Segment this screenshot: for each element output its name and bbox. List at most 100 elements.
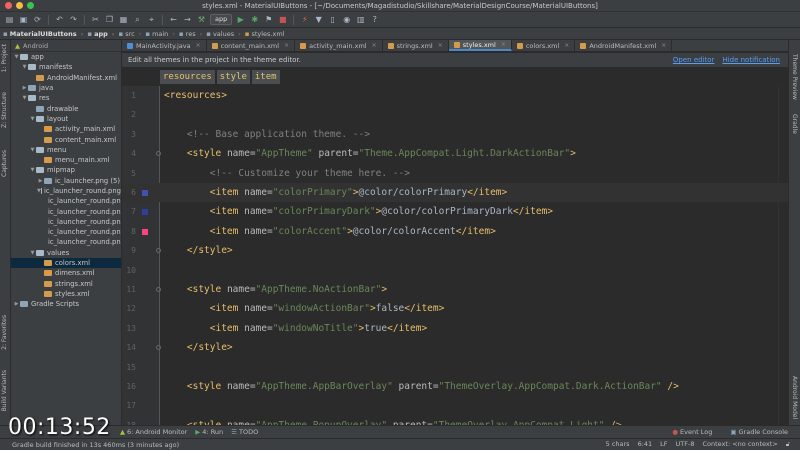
context-indicator[interactable]: Context: <no context> bbox=[703, 440, 778, 449]
back-icon[interactable]: ← bbox=[168, 14, 179, 25]
run-tool-button[interactable]: ▶ 4: Run bbox=[195, 428, 223, 436]
color-swatch-icon[interactable] bbox=[142, 228, 148, 235]
fold-marker-icon[interactable] bbox=[156, 151, 161, 157]
code-line[interactable]: 8 <item name="colorAccent">@color/colorA… bbox=[122, 222, 788, 241]
copy-icon[interactable]: ❐ bbox=[104, 14, 115, 25]
gradle-console-button[interactable]: ▣ Gradle Console bbox=[730, 428, 788, 436]
code-line[interactable]: 16 <style name="AppTheme.AppBarOverlay" … bbox=[122, 377, 788, 396]
run-configuration-select[interactable]: app bbox=[210, 14, 233, 25]
editor-tab[interactable]: strings.xml × bbox=[383, 40, 449, 51]
tree-item[interactable]: ic_launcher_round.png bbox=[11, 217, 121, 227]
expand-arrow-icon[interactable]: ▼ bbox=[29, 147, 36, 153]
code-line[interactable]: 15 bbox=[122, 358, 788, 377]
tree-item[interactable]: menu_main.xml bbox=[11, 155, 121, 165]
crumb-src[interactable]: ▪ src › bbox=[118, 30, 141, 38]
code-line[interactable]: 10 bbox=[122, 261, 788, 280]
editor-tab[interactable]: styles.xml × bbox=[448, 40, 512, 51]
tree-item[interactable]: colors.xml bbox=[11, 257, 121, 269]
code-line[interactable]: 5 <!-- Customize your theme here. --> bbox=[122, 164, 788, 183]
tag-crumb-resources[interactable]: resources bbox=[160, 70, 215, 84]
tree-item[interactable]: ▼ layout bbox=[11, 114, 121, 124]
tool-tab-structure[interactable]: Z: Structure bbox=[1, 92, 8, 128]
todo-button[interactable]: ☰ TODO bbox=[231, 428, 258, 436]
apply-changes-icon[interactable]: ⚡ bbox=[299, 14, 310, 25]
editor-tab[interactable]: activity_main.xml × bbox=[295, 40, 383, 51]
caret-position[interactable]: 6:41 bbox=[638, 440, 653, 449]
code-line[interactable]: 1 <resources> bbox=[122, 86, 788, 105]
find-icon[interactable]: ⌕ bbox=[132, 14, 143, 25]
line-separator[interactable]: LF bbox=[660, 440, 667, 449]
sdk-manager-icon[interactable]: ▼ bbox=[313, 14, 324, 25]
android-monitor-button[interactable]: ▲ 6: Android Monitor bbox=[120, 428, 187, 436]
code-line[interactable]: 18 <style name="AppTheme.PopupOverlay" p… bbox=[122, 416, 788, 425]
code-line[interactable]: 14 </style> bbox=[122, 338, 788, 357]
tag-crumb-style[interactable]: style bbox=[216, 70, 250, 84]
event-log-button[interactable]: ● Event Log bbox=[672, 428, 712, 436]
color-swatch-icon[interactable] bbox=[142, 209, 148, 216]
crumb-module[interactable]: ▪ app › bbox=[87, 30, 114, 38]
tree-item[interactable]: ▶ java bbox=[11, 83, 121, 93]
editor-tab[interactable]: AndroidManifest.xml × bbox=[575, 40, 673, 51]
tree-item[interactable]: ▼ values bbox=[11, 248, 121, 258]
tree-item[interactable]: ▼ manifests bbox=[11, 62, 121, 72]
expand-arrow-icon[interactable]: ▼ bbox=[29, 116, 36, 122]
close-tab-icon[interactable]: × bbox=[372, 42, 377, 49]
close-tab-icon[interactable]: × bbox=[196, 42, 201, 49]
expand-arrow-icon[interactable]: ▼ bbox=[21, 64, 28, 70]
avd-manager-icon[interactable]: ▯ bbox=[327, 14, 338, 25]
sync-icon[interactable]: ⟳ bbox=[32, 14, 43, 25]
project-structure-icon[interactable]: ▥ bbox=[355, 14, 366, 25]
code-line[interactable]: 13 <item name="windowNoTitle">true</item… bbox=[122, 319, 788, 338]
expand-arrow-icon[interactable]: ▼ bbox=[29, 167, 36, 173]
tree-item[interactable]: ▶ ic_launcher.png (5) bbox=[11, 176, 121, 186]
tree-item[interactable]: ▼ ic_launcher_round.png bbox=[11, 186, 121, 196]
close-tab-icon[interactable]: × bbox=[438, 42, 443, 49]
expand-arrow-icon[interactable]: ▶ bbox=[13, 301, 20, 307]
android-device-monitor-icon[interactable]: ◉ bbox=[341, 14, 352, 25]
tree-item[interactable]: ic_launcher_round.png bbox=[11, 196, 121, 206]
help-icon[interactable]: ? bbox=[369, 14, 380, 25]
close-tab-icon[interactable]: × bbox=[564, 42, 569, 49]
replace-icon[interactable]: ⌖ bbox=[146, 14, 157, 25]
hide-notification-link[interactable]: Hide notification bbox=[722, 56, 780, 64]
code-line[interactable]: 2 bbox=[122, 105, 788, 124]
run-icon[interactable]: ▶ bbox=[235, 14, 246, 25]
tree-item[interactable]: drawable bbox=[11, 103, 121, 113]
tree-item[interactable]: ▶ Gradle Scripts bbox=[11, 299, 121, 309]
fold-marker-icon[interactable] bbox=[156, 248, 161, 254]
attach-debugger-icon[interactable]: ⚑ bbox=[263, 14, 274, 25]
forward-icon[interactable]: → bbox=[182, 14, 193, 25]
lock-icon[interactable]: 🔓︎ bbox=[786, 440, 790, 449]
tree-item[interactable]: content_main.xml bbox=[11, 134, 121, 144]
tool-tab-gradle[interactable]: Gradle bbox=[791, 114, 798, 134]
tool-tab-theme-preview[interactable]: Theme Preview bbox=[791, 54, 798, 100]
close-tab-icon[interactable]: × bbox=[661, 42, 666, 49]
tree-item[interactable]: AndroidManifest.xml bbox=[11, 73, 121, 83]
tool-tab-build-variants[interactable]: Build Variants bbox=[1, 370, 8, 411]
close-tab-icon[interactable]: × bbox=[284, 42, 289, 49]
code-line[interactable]: 7 <item name="colorPrimaryDark">@color/c… bbox=[122, 202, 788, 221]
expand-arrow-icon[interactable]: ▶ bbox=[21, 85, 28, 91]
expand-arrow-icon[interactable]: ▼ bbox=[29, 250, 36, 256]
expand-arrow-icon[interactable]: ▼ bbox=[21, 95, 28, 101]
file-encoding[interactable]: UTF-8 bbox=[676, 440, 695, 449]
crumb-res[interactable]: ▪ res › bbox=[179, 30, 202, 38]
tool-tab-android-model[interactable]: Android Model bbox=[791, 376, 798, 419]
code-line[interactable]: 6 <item name="colorPrimary">@color/color… bbox=[122, 183, 788, 203]
editor-tab[interactable]: MainActivity.java × bbox=[122, 40, 207, 51]
editor-tab[interactable]: content_main.xml × bbox=[207, 40, 296, 51]
crumb-values[interactable]: ▪ values › bbox=[206, 30, 241, 38]
tree-item[interactable]: styles.xml bbox=[11, 289, 121, 299]
tool-tab-favorites[interactable]: 2: Favorites bbox=[1, 315, 8, 350]
code-line[interactable]: 9 </style> bbox=[122, 241, 788, 260]
editor-tab[interactable]: colors.xml × bbox=[512, 40, 576, 51]
tool-tab-project[interactable]: 1: Project bbox=[1, 44, 8, 72]
fold-marker-icon[interactable] bbox=[156, 287, 161, 292]
open-editor-link[interactable]: Open editor bbox=[673, 56, 715, 64]
tree-item[interactable]: ic_launcher_round.png bbox=[11, 237, 121, 247]
close-tab-icon[interactable]: × bbox=[501, 41, 506, 48]
tree-item[interactable]: ▼ mipmap bbox=[11, 165, 121, 175]
cut-icon[interactable]: ✂ bbox=[90, 14, 101, 25]
open-icon[interactable]: ▤ bbox=[4, 14, 15, 25]
project-view-selector[interactable]: ▲ Android bbox=[11, 40, 121, 52]
